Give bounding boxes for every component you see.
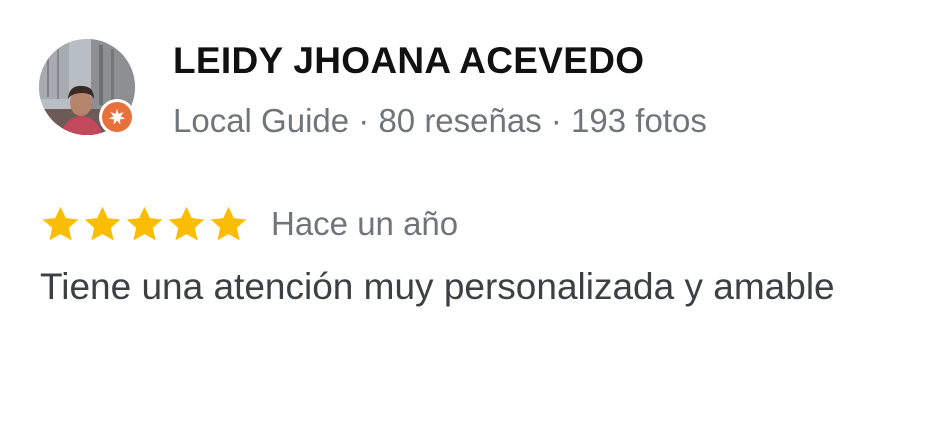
reviewer-meta[interactable]: Local Guide · 80 reseñas · 193 fotos (173, 102, 707, 140)
star-icon (168, 206, 205, 240)
star-icon (210, 206, 247, 240)
rating-row: Hace un año (40, 202, 458, 246)
review-text: Tiene una atención muy personalizada y a… (40, 266, 835, 307)
star-icon (84, 206, 121, 240)
local-guide-badge (99, 99, 135, 135)
review-time: Hace un año (271, 205, 459, 242)
local-guide-star-icon (102, 102, 132, 132)
reviewer-name[interactable]: LEIDY JHOANA ACEVEDO (173, 40, 644, 82)
review-card: LEIDY JHOANA ACEVEDO Local Guide · 80 re… (0, 0, 945, 432)
star-rating (40, 204, 250, 245)
star-icon (126, 206, 163, 240)
star-icon (42, 206, 79, 240)
